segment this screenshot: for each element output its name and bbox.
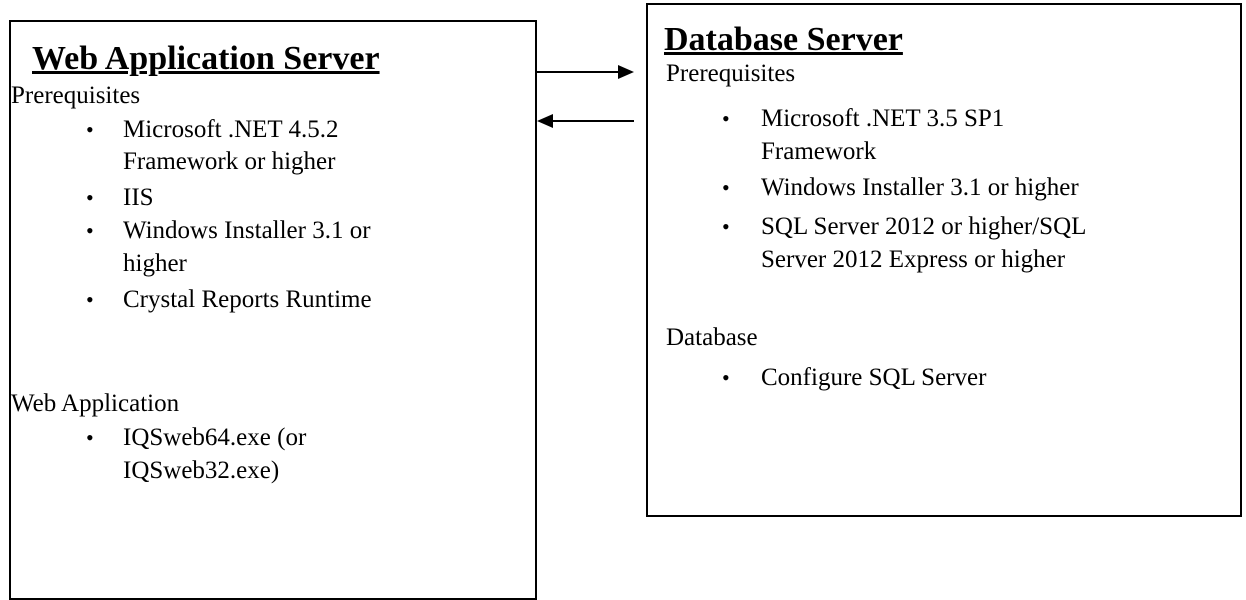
connector-arrows	[537, 65, 634, 128]
arrow-left-icon	[537, 114, 553, 128]
arrow-right-icon	[618, 65, 634, 79]
